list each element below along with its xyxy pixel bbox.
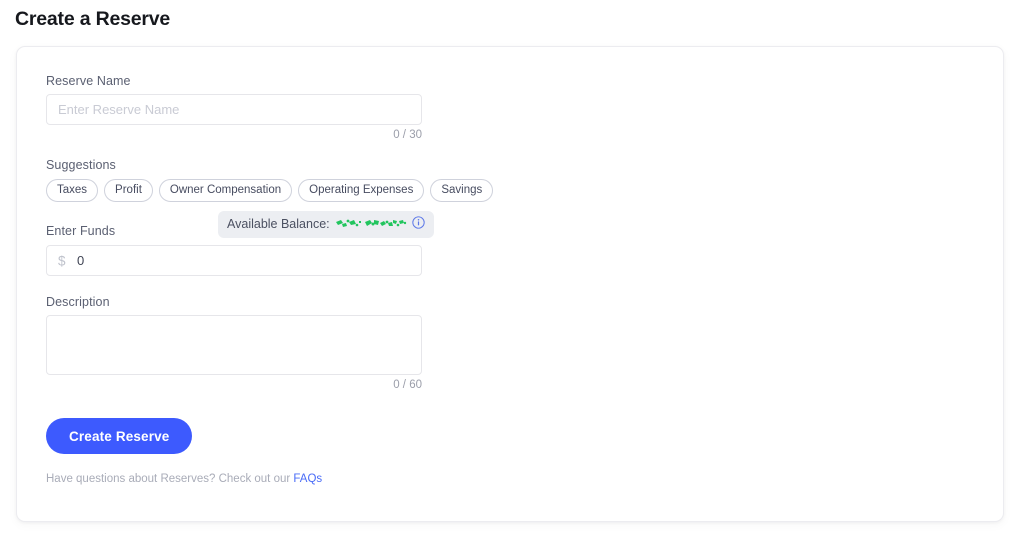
description-label: Description bbox=[46, 295, 110, 310]
enter-funds-input-wrap: $ bbox=[46, 245, 466, 277]
page-title: Create a Reserve bbox=[15, 8, 171, 30]
faq-footer-text: Have questions about Reserves? Check out… bbox=[46, 473, 291, 486]
info-circle-icon[interactable] bbox=[411, 216, 425, 232]
available-balance-pill: Available Balance: bbox=[218, 211, 434, 239]
suggestion-chip-savings[interactable]: Savings bbox=[430, 179, 494, 203]
enter-funds-input[interactable] bbox=[46, 245, 422, 277]
enter-funds-label: Enter Funds bbox=[46, 224, 116, 239]
create-reserve-card: Reserve Name 0 / 30 Suggestions Taxes Pr… bbox=[16, 46, 1004, 522]
suggestion-chip-owner-compensation[interactable]: Owner Compensation bbox=[158, 179, 293, 203]
enter-funds-group: Enter Funds Available Balance: $ 0 bbox=[46, 211, 466, 277]
create-reserve-button[interactable]: Create Reserve bbox=[46, 418, 193, 455]
reserve-name-input[interactable] bbox=[46, 94, 422, 125]
suggestions-label: Suggestions bbox=[46, 158, 116, 172]
description-textarea[interactable] bbox=[46, 315, 422, 376]
reserve-name-label: Reserve Name bbox=[46, 74, 131, 88]
suggestion-chip-row: Taxes Profit Owner Compensation Operatin… bbox=[46, 179, 494, 203]
submit-group: Create Reserve Have questions about Rese… bbox=[46, 418, 466, 485]
create-reserve-page: Create a Reserve Reserve Name 0 / 30 Sug… bbox=[0, 0, 1024, 538]
suggestion-chip-profit[interactable]: Profit bbox=[104, 179, 153, 203]
reserve-name-counter: 0 / 30 bbox=[393, 129, 422, 141]
suggestion-chip-operating-expenses[interactable]: Operating Expenses bbox=[298, 179, 425, 203]
available-balance-amount-redacted bbox=[335, 218, 407, 230]
reserve-name-field-group: Reserve Name 0 / 30 bbox=[46, 74, 466, 141]
available-balance-label: Available Balance: bbox=[227, 217, 330, 232]
faqs-link[interactable]: FAQs bbox=[293, 473, 322, 485]
suggestions-group: Suggestions Taxes Profit Owner Compensat… bbox=[46, 158, 494, 203]
description-group: Description 0 / 60 bbox=[46, 295, 466, 391]
faq-footer-note: Have questions about Reserves? Check out… bbox=[46, 473, 466, 485]
create-reserve-form: Reserve Name 0 / 30 Suggestions Taxes Pr… bbox=[46, 74, 494, 485]
suggestion-chip-taxes[interactable]: Taxes bbox=[46, 179, 99, 203]
description-counter: 0 / 60 bbox=[393, 379, 422, 392]
